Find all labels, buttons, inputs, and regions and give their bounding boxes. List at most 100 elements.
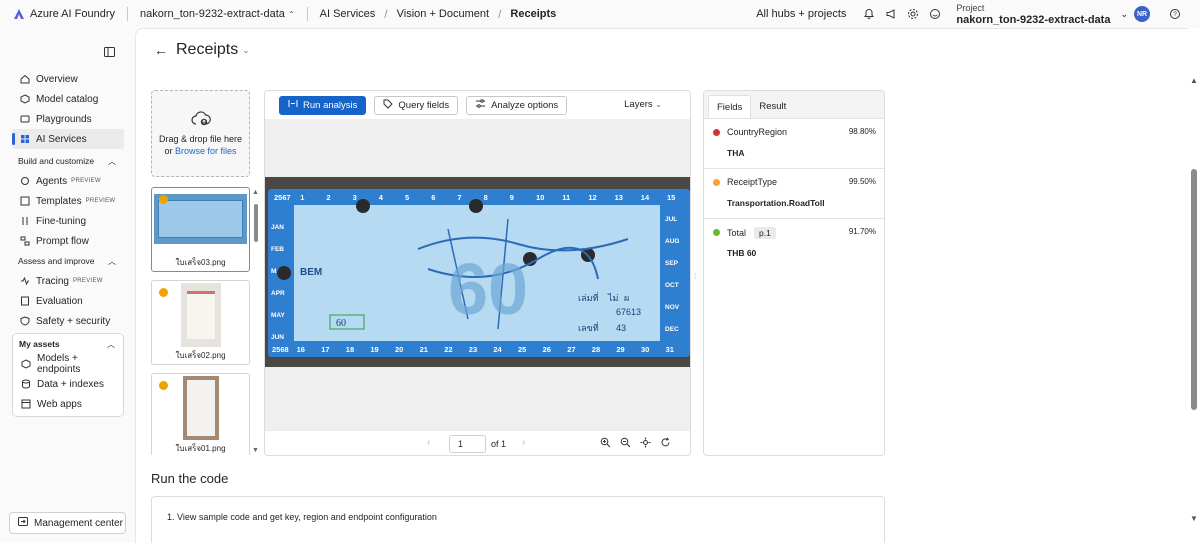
smiley-icon[interactable] (926, 5, 944, 23)
ticket-bottom-number: 22 (444, 345, 452, 354)
field-value: Transportation.RoadToll (727, 198, 825, 208)
field-color-dot (713, 129, 720, 136)
scroll-down-arrow-icon[interactable]: ▼ (252, 447, 259, 454)
sidebar-item-label: Evaluation (36, 295, 83, 307)
sidebar-item-label: Templates (36, 195, 82, 207)
analyze-options-button[interactable]: Analyze options (466, 95, 568, 115)
run-analysis-icon (288, 99, 298, 111)
tab-result[interactable]: Result (751, 95, 794, 118)
project-picker[interactable]: Project nakorn_ton-9232-extract-data (956, 2, 1110, 26)
sidebar-item-playgrounds[interactable]: Playgrounds (12, 109, 124, 129)
sidebar-item-evaluation[interactable]: Evaluation (12, 291, 124, 311)
ticket-bottom-number: 20 (395, 345, 403, 354)
field-row-country-region[interactable]: CountryRegion 98.80% THA (704, 119, 884, 169)
scrollbar-thumb[interactable] (1191, 169, 1197, 410)
all-hubs-link[interactable]: All hubs + projects (756, 8, 846, 20)
code-steps-card: 1. View sample code and get key, region … (151, 496, 885, 543)
project-switcher[interactable]: nakorn_ton-9232-extract-data ⌃ (140, 8, 295, 20)
analyze-options-label: Analyze options (491, 99, 559, 111)
gear-icon[interactable] (904, 5, 922, 23)
breadcrumb-ai-services[interactable]: AI Services (320, 8, 376, 20)
file-dropzone[interactable]: Drag & drop file here or Browse for file… (151, 90, 250, 177)
ticket-big-number: 60 (448, 250, 528, 330)
prev-page-icon[interactable]: ‹ (427, 437, 430, 448)
project-switcher-label: nakorn_ton-9232-extract-data (140, 8, 285, 20)
sidebar-item-web-apps[interactable]: Web apps (13, 394, 123, 414)
seq-label: เลขที่ (578, 321, 599, 333)
code-step-1[interactable]: 1. View sample code and get key, region … (167, 512, 437, 522)
layers-dropdown[interactable]: Layers ⌄ (624, 99, 662, 110)
breadcrumb-receipts: Receipts (510, 8, 557, 20)
tag-icon (383, 99, 394, 112)
field-row-receipt-type[interactable]: ReceiptType 99.50% Transportation.RoadTo… (704, 169, 884, 219)
file-thumbnail[interactable]: ใบเสร็จ02.png (151, 280, 250, 365)
field-name-with-page: Total p.1 (727, 227, 776, 239)
browse-files-link[interactable]: Browse for files (175, 146, 237, 156)
tab-fields[interactable]: Fields (708, 95, 752, 118)
ticket-top-number: 13 (615, 193, 623, 202)
ticket-month-right: OCT (665, 282, 679, 289)
ticket-bottom-number: 19 (370, 345, 378, 354)
chevron-down-icon[interactable]: ⌄ (1120, 9, 1128, 20)
splitter-handle[interactable]: ⁞ (694, 272, 696, 281)
scroll-down-arrow-icon[interactable]: ▼ (1190, 514, 1198, 523)
run-analysis-button[interactable]: Run analysis (279, 95, 367, 115)
sidebar-item-model-catalog[interactable]: Model catalog (12, 89, 124, 109)
help-icon[interactable]: ? (1166, 5, 1184, 23)
run-analysis-label: Run analysis (303, 99, 358, 111)
sidebar-item-ai-services[interactable]: AI Services (12, 129, 124, 149)
field-row-total[interactable]: Total p.1 91.70% THB 60 (704, 219, 884, 269)
file-thumbnail[interactable]: ใบเสร็จ01.png (151, 373, 250, 455)
file-thumbnail[interactable]: ใบเสร็จ03.png (151, 187, 250, 272)
section-my-assets[interactable]: My assets ︿ (13, 334, 123, 354)
brand[interactable]: Azure AI Foundry (14, 8, 115, 20)
section-build-customize[interactable]: Build and customize ︿ (12, 151, 124, 171)
sidebar-item-models-endpoints[interactable]: Models + endpoints (13, 353, 123, 375)
sidebar-item-tracing[interactable]: Tracing PREVIEW (12, 271, 124, 291)
scroll-up-arrow-icon[interactable]: ▲ (1190, 76, 1198, 85)
query-fields-button[interactable]: Query fields (374, 95, 459, 115)
sidebar-item-overview[interactable]: Overview (12, 69, 124, 89)
avatar[interactable]: NR (1134, 6, 1150, 22)
megaphone-icon[interactable] (882, 5, 900, 23)
fit-to-page-icon[interactable] (640, 437, 651, 451)
scrollbar-thumb[interactable] (254, 204, 258, 242)
next-page-icon[interactable]: › (522, 437, 525, 448)
ticket-top-number: 11 (562, 193, 570, 202)
status-dot (159, 195, 168, 204)
scroll-up-arrow-icon[interactable]: ▲ (252, 189, 259, 196)
preview-badge: PREVIEW (71, 178, 101, 184)
field-value: THB 60 (727, 248, 757, 258)
rotate-icon[interactable] (660, 437, 671, 451)
management-center-button[interactable]: Management center (9, 512, 126, 534)
ticket-top-number: 1 (300, 193, 304, 202)
ai-services-icon (20, 134, 30, 144)
dropzone-or: or (164, 146, 175, 156)
document-canvas[interactable]: 2567 1 2 3 4 5 6 7 8 9 10 11 12 13 14 15 2568 16 17 18 19 20 2… (265, 119, 690, 430)
seq-number: 43 (616, 323, 626, 333)
chevron-down-icon[interactable]: ⌄ (242, 45, 250, 56)
sidebar-item-safety-security[interactable]: Safety + security (12, 311, 124, 331)
preview-badge: PREVIEW (85, 198, 116, 204)
page-scrollbar[interactable]: ▲ ▼ (1188, 28, 1200, 543)
file-list-scrollbar[interactable]: ▲ ▼ (252, 189, 260, 457)
azure-logo-icon (14, 9, 24, 19)
sidebar-item-prompt-flow[interactable]: Prompt flow (12, 231, 124, 251)
templates-icon (20, 196, 30, 206)
ticket-bottom-number: 23 (469, 345, 477, 354)
section-assess-improve[interactable]: Assess and improve ︿ (12, 251, 124, 271)
page-badge[interactable]: p.1 (754, 227, 776, 239)
ticket-month-left: APR (271, 290, 285, 297)
zoom-out-icon[interactable] (620, 437, 631, 451)
bell-icon[interactable] (860, 5, 878, 23)
breadcrumb-vision-document[interactable]: Vision + Document (397, 8, 489, 20)
zoom-in-icon[interactable] (600, 437, 611, 451)
sidebar-item-fine-tuning[interactable]: Fine-tuning (12, 211, 124, 231)
collapse-sidebar-icon[interactable] (104, 46, 115, 60)
sidebar-item-data-indexes[interactable]: Data + indexes (13, 374, 123, 394)
sidebar-item-agents[interactable]: Agents PREVIEW (12, 171, 124, 191)
project-name: nakorn_ton-9232-extract-data (956, 14, 1111, 26)
page-number-input[interactable]: 1 (449, 435, 486, 453)
back-arrow-icon[interactable]: ← (154, 42, 168, 58)
sidebar-item-templates[interactable]: Templates PREVIEW (12, 191, 124, 211)
